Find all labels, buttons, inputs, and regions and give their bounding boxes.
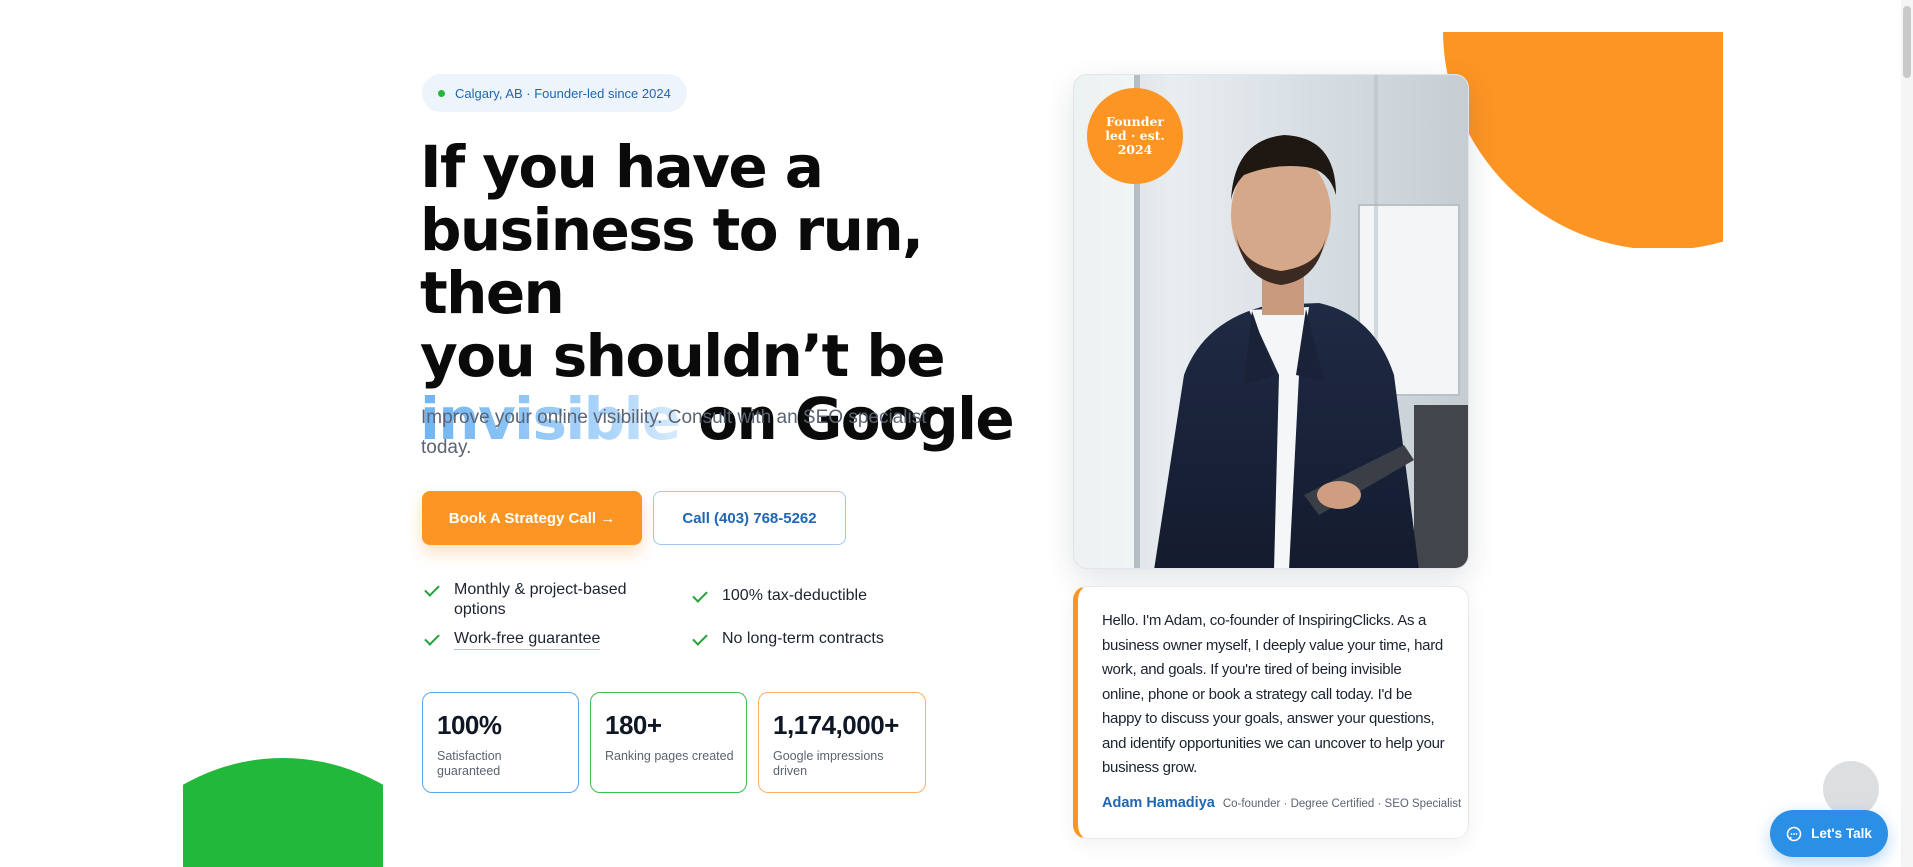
green-decor-shape [183,758,383,867]
hero-subtitle: Improve your online visibility. Consult … [421,407,927,458]
page-scrollbar[interactable] [1901,0,1913,867]
feature-label: Monthly & project-based options [454,581,627,618]
stat-card: 1,174,000+ Google impressions driven [758,692,926,793]
feature-item: Monthly & project-based options [424,580,664,620]
headline-line-3: you shouldn’t be [420,322,946,390]
location-badge: Calgary, AB · Founder-led since 2024 [422,74,687,112]
stat-label: Satisfaction guaranteed [437,749,502,778]
quote-text: Hello. I'm Adam, co-founder of Inspiring… [1102,612,1445,776]
quote-author-name: Adam Hamadiya [1102,795,1215,811]
headline-line-2: business to run, then [420,196,924,327]
lets-talk-chat-button[interactable]: Let's Talk [1770,810,1888,857]
stat-value: 180+ [605,710,662,740]
scrollbar-thumb[interactable] [1903,6,1911,78]
quote-author-role: Co-founder · Degree Certified · SEO Spec… [1222,798,1462,810]
stat-card: 180+ Ranking pages created [590,692,747,793]
scroll-to-top-button[interactable] [1823,761,1879,817]
stat-value: 100% [437,710,502,740]
checkmark-icon [692,629,710,649]
call-phone-button[interactable]: Call (403) 768-5262 [653,491,846,545]
status-dot-icon [438,89,445,97]
book-strategy-call-button[interactable]: Book A Strategy Call → [422,491,642,545]
quote-signature: Adam Hamadiya Co-founder · Degree Certif… [1102,795,1461,811]
stat-value: 1,174,000+ [773,710,899,740]
stat-card: 100% Satisfaction guaranteed [422,692,579,793]
stat-label: Ranking pages created [605,749,734,763]
checkmark-icon [424,629,442,649]
feature-label: No long-term contracts [722,630,884,647]
feature-label: 100% tax-deductible [722,587,867,604]
founder-badge: Founder led · est. 2024 [1087,88,1183,184]
headline-line-1: If you have a [420,133,824,201]
founder-quote-card: Hello. I'm Adam, co-founder of Inspiring… [1073,586,1469,839]
checkmark-icon [692,586,710,606]
stat-label: Google impressions driven [773,749,884,778]
lets-talk-label[interactable]: Let's Talk [1811,826,1872,841]
chat-bubble-icon [1786,826,1802,841]
work-free-guarantee-link[interactable]: Work-free guarantee [454,629,601,650]
feature-item[interactable]: Work-free guarantee [424,629,664,650]
location-badge-label: Calgary, AB · Founder-led since 2024 [455,85,671,101]
feature-item: No long-term contracts [692,629,932,649]
feature-item: 100% tax-deductible [692,586,932,606]
orange-decor-shape [1443,32,1723,248]
checkmark-icon [424,580,442,600]
